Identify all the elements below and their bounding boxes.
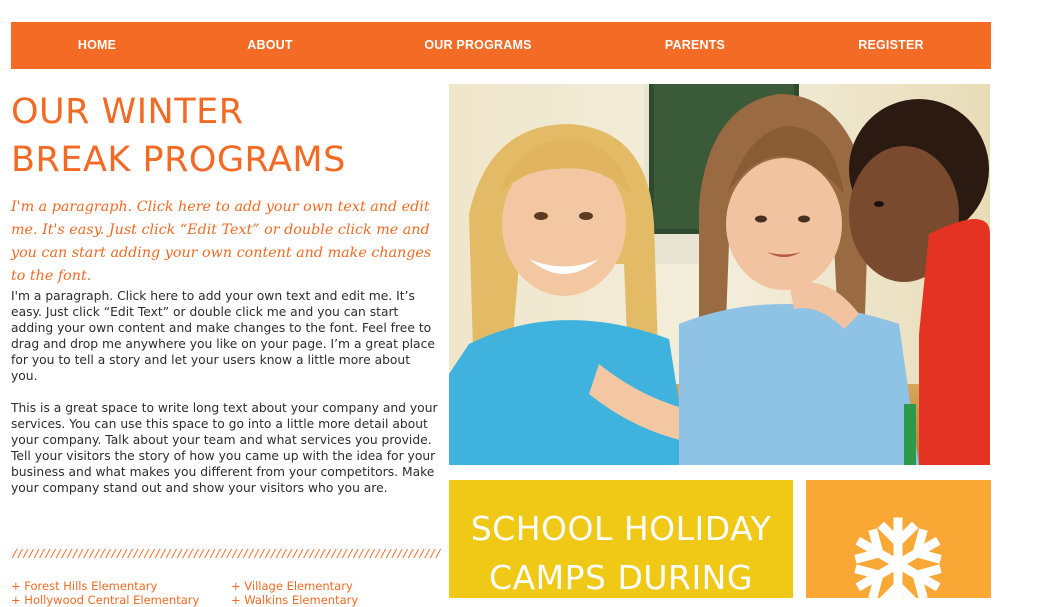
holiday-camps-title-line-2: CAMPS DURING	[489, 558, 753, 597]
snowflake-icon	[854, 517, 942, 598]
nav-item-register[interactable]: REGISTER	[841, 22, 941, 69]
holiday-camps-title-line-1: SCHOOL HOLIDAY	[470, 509, 772, 548]
holiday-camps-promo[interactable]: SCHOOL HOLIDAY CAMPS DURING	[449, 480, 793, 598]
nav-item-our-programs[interactable]: OUR PROGRAMS	[403, 22, 553, 69]
hero-photo-illustration	[449, 84, 990, 465]
main-navigation: HOME ABOUT OUR PROGRAMS PARENTS REGISTER	[11, 22, 991, 69]
school-link-forest-hills[interactable]: + Forest Hills Elementary	[11, 579, 157, 593]
lead-paragraph: I'm a paragraph. Click here to add your …	[11, 199, 432, 284]
nav-item-home[interactable]: HOME	[47, 22, 147, 69]
page-title-line-1: OUR WINTER	[11, 92, 244, 132]
school-link-hollywood-central[interactable]: + Hollywood Central Elementary	[11, 593, 199, 607]
page-title: OUR WINTER BREAK PROGRAMS	[11, 88, 431, 184]
school-link-village[interactable]: + Village Elementary	[231, 579, 353, 593]
slash-divider: ////////////////////////////////////////…	[11, 548, 441, 562]
nav-item-about[interactable]: ABOUT	[220, 22, 320, 69]
holiday-camps-title: SCHOOL HOLIDAY CAMPS DURING	[449, 504, 793, 598]
winter-promo-tile[interactable]	[806, 480, 991, 598]
hero-photo	[449, 84, 990, 465]
nav-item-parents[interactable]: PARENTS	[645, 22, 745, 69]
school-link-walkins[interactable]: + Walkins Elementary	[231, 593, 358, 607]
body-paragraph-2: This is a great space to write long text…	[11, 401, 438, 495]
page-title-line-2: BREAK PROGRAMS	[11, 140, 346, 180]
body-paragraph-1: I'm a paragraph. Click here to add your …	[11, 289, 435, 383]
